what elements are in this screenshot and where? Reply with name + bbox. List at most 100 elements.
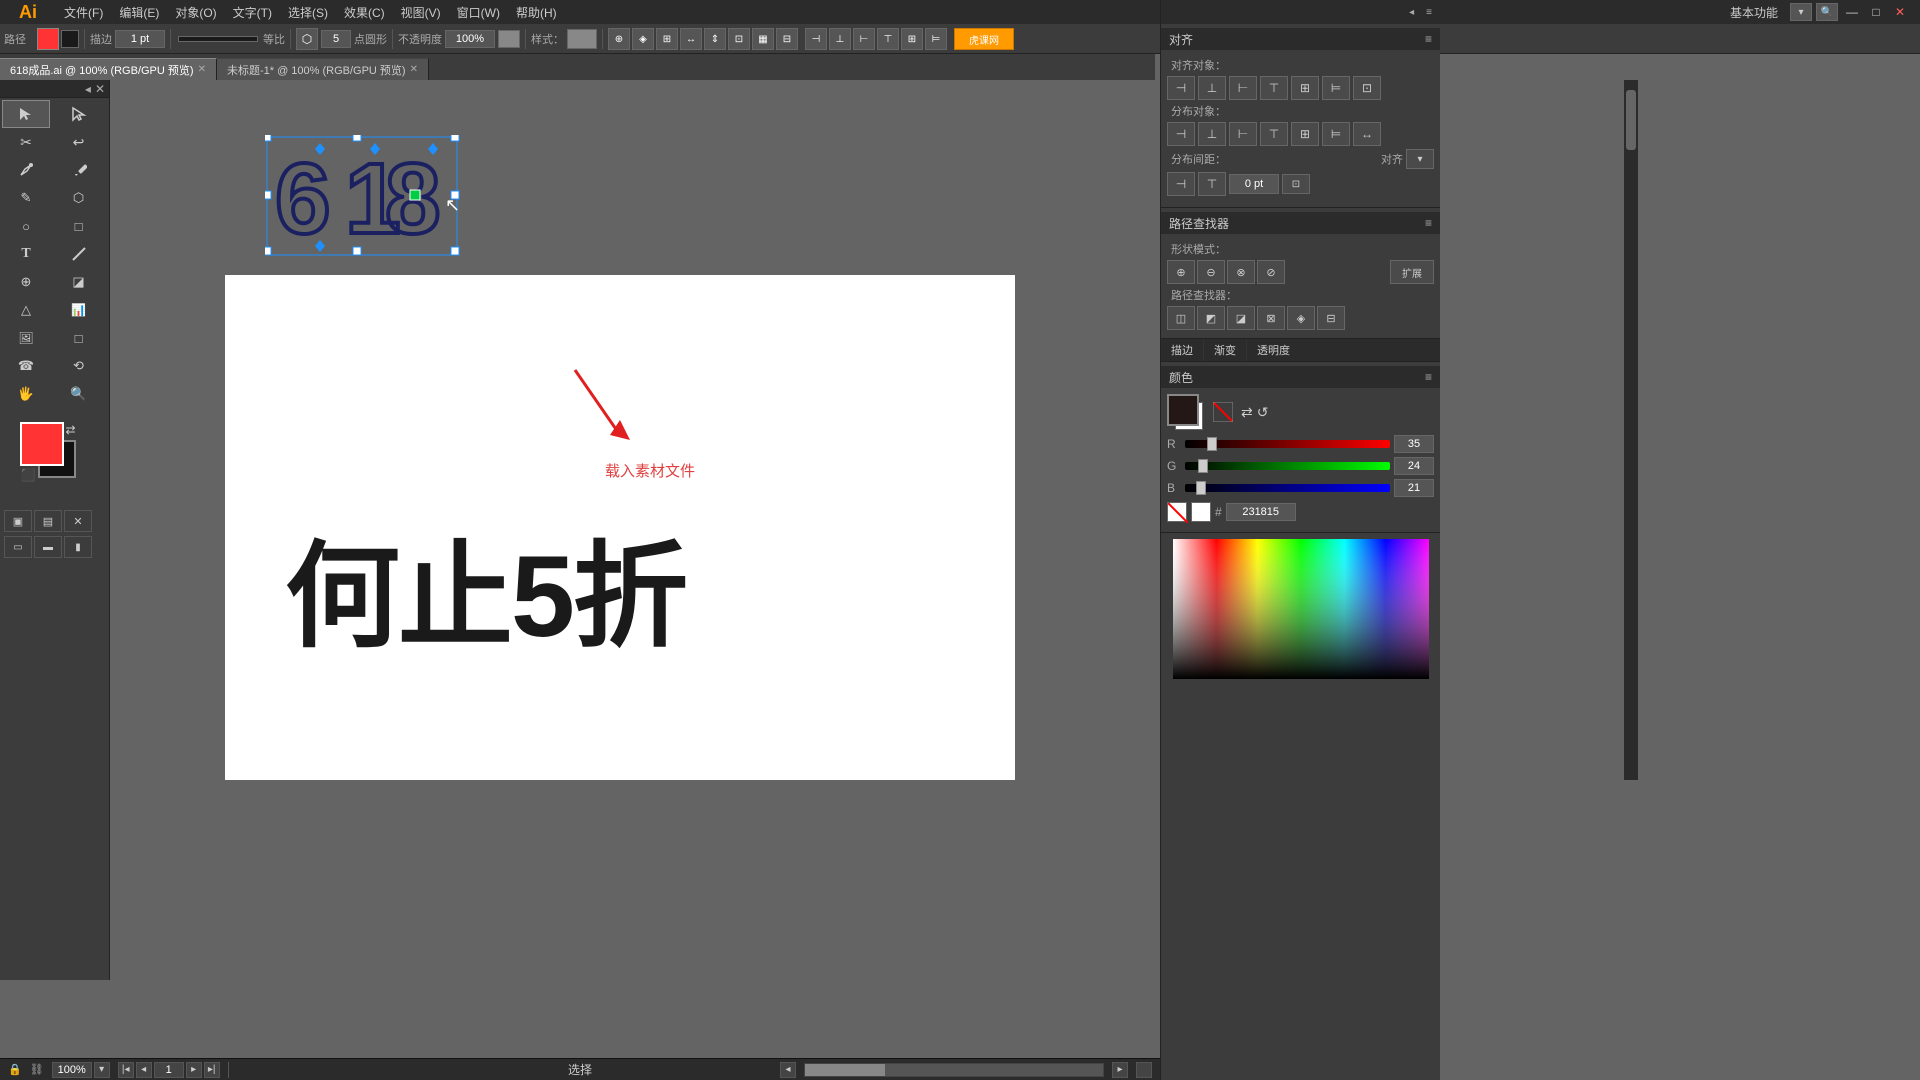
tool-pencil[interactable] <box>55 156 103 184</box>
align-extra-btn[interactable]: ⊡ <box>1353 76 1381 100</box>
align-left-icon[interactable]: ⊣ <box>805 28 827 50</box>
swap-colors-icon[interactable]: ⇄ <box>66 423 76 437</box>
tool-direct-select[interactable] <box>55 100 103 128</box>
align-top-btn[interactable]: ⊤ <box>1260 76 1288 100</box>
rp-collapse-btn[interactable]: ◂ <box>1405 7 1418 18</box>
menu-select[interactable]: 选择(S) <box>280 2 336 23</box>
page-prev-btn[interactable]: ◂ <box>136 1062 152 1078</box>
align-menu-icon[interactable]: ≡ <box>1425 32 1432 46</box>
shape-intersect-btn[interactable]: ⊗ <box>1227 260 1255 284</box>
align-right-btn[interactable]: ⊢ <box>1229 76 1257 100</box>
tool-line[interactable] <box>55 240 103 268</box>
toolbar-icon-1[interactable]: ⊕ <box>608 28 630 50</box>
color-spectrum-canvas[interactable] <box>1173 539 1429 679</box>
tool-hand[interactable]: ☎ <box>2 352 50 380</box>
tool-artboard[interactable]: 🖼 <box>2 324 50 352</box>
b-input[interactable] <box>1394 479 1434 497</box>
tab-618[interactable]: 618成品.ai @ 100% (RGB/GPU 预览) ✕ <box>0 58 217 80</box>
hex-white-btn[interactable] <box>1191 502 1211 522</box>
gradient-tab[interactable]: 渐变 <box>1204 339 1247 361</box>
close-button[interactable]: ✕ <box>1890 2 1910 22</box>
expand-btn[interactable]: 扩展 <box>1390 260 1434 284</box>
spacing-input[interactable] <box>1229 174 1279 194</box>
spacing-align-btn[interactable]: ⊡ <box>1282 174 1310 194</box>
align-top-icon[interactable]: ⊤ <box>877 28 899 50</box>
stroke-color-fg[interactable] <box>37 28 59 50</box>
tool-pan[interactable]: 🖐 <box>2 380 50 408</box>
tool-rect[interactable]: ⊕ <box>2 268 50 296</box>
color-reset-icon[interactable]: ↺ <box>1257 404 1269 421</box>
tool-lasso[interactable]: ↩ <box>55 128 103 156</box>
mode-none-btn[interactable]: ✕ <box>64 510 92 532</box>
tool-type[interactable]: T <box>2 240 50 268</box>
r-slider[interactable] <box>1185 440 1390 448</box>
screen-mode-normal[interactable]: ▭ <box>4 536 32 558</box>
menu-object[interactable]: 对象(O) <box>167 2 224 23</box>
toolbar-icon-8[interactable]: ⊟ <box>776 28 798 50</box>
tool-blob-brush[interactable]: ✎ <box>2 184 50 212</box>
pf-merge-btn[interactable]: ◪ <box>1227 306 1255 330</box>
menu-edit[interactable]: 编辑(E) <box>111 2 167 23</box>
shape-exclude-btn[interactable]: ⊘ <box>1257 260 1285 284</box>
b-slider-thumb[interactable] <box>1196 481 1206 495</box>
align-center-v-btn[interactable]: ⊞ <box>1291 76 1319 100</box>
g-slider[interactable] <box>1185 462 1390 470</box>
tool-ellipse[interactable]: ◪ <box>55 268 103 296</box>
hex-no-paint-btn[interactable] <box>1167 502 1187 522</box>
dist-extra-btn[interactable]: ↔ <box>1353 122 1381 146</box>
toolbar-icon-7[interactable]: ▦ <box>752 28 774 50</box>
align-bottom-btn[interactable]: ⊨ <box>1322 76 1350 100</box>
align-center-h-btn[interactable]: ⊥ <box>1198 76 1226 100</box>
dist-right-btn[interactable]: ⊢ <box>1229 122 1257 146</box>
tab-618-close[interactable]: ✕ <box>198 64 206 75</box>
collapse-icon[interactable]: ◂ <box>85 82 91 96</box>
menu-view[interactable]: 视图(V) <box>393 2 449 23</box>
color-fg-swatch[interactable] <box>1167 394 1199 426</box>
r-input[interactable] <box>1394 435 1434 453</box>
workspace-label[interactable]: 基本功能 <box>1722 2 1786 23</box>
status-arrow-right[interactable]: ▸ <box>1112 1062 1128 1078</box>
rp-menu-btn[interactable]: ≡ <box>1422 7 1436 18</box>
zoom-input[interactable] <box>52 1062 92 1078</box>
mode-gradient-btn[interactable]: ▤ <box>34 510 62 532</box>
tool-graph[interactable]: 📊 <box>55 296 103 324</box>
tool-measure[interactable]: ⟲ <box>55 352 103 380</box>
menu-file[interactable]: 文件(F) <box>56 2 111 23</box>
pf-crop-btn[interactable]: ⊠ <box>1257 306 1285 330</box>
stroke-tab[interactable]: 描边 <box>1161 339 1204 361</box>
tab-untitled-close[interactable]: ✕ <box>410 64 418 75</box>
tool-eraser[interactable]: ⬡ <box>55 184 103 212</box>
mode-color-btn[interactable]: ▣ <box>4 510 32 532</box>
tool-slice[interactable]: □ <box>55 324 103 352</box>
page-input[interactable] <box>154 1062 184 1078</box>
reset-colors-icon[interactable]: ⬛ <box>21 468 36 482</box>
dist-center-h-btn[interactable]: ⊥ <box>1198 122 1226 146</box>
color-menu-icon[interactable]: ≡ <box>1425 370 1432 384</box>
pf-trim-btn[interactable]: ◩ <box>1197 306 1225 330</box>
page-next-btn[interactable]: ▸ <box>186 1062 202 1078</box>
vertical-scroll-thumb[interactable] <box>1626 90 1636 150</box>
maximize-button[interactable]: □ <box>1866 2 1886 22</box>
screen-mode-full2[interactable]: ▮ <box>64 536 92 558</box>
fg-color-box[interactable] <box>20 422 64 466</box>
toolbar-icon-2[interactable]: ◈ <box>632 28 654 50</box>
tool-rotate[interactable]: ○ <box>2 212 50 240</box>
toolbar-icon-4[interactable]: ↔ <box>680 28 702 50</box>
shape-minus-btn[interactable]: ⊖ <box>1197 260 1225 284</box>
menu-help[interactable]: 帮助(H) <box>508 2 565 23</box>
menu-window[interactable]: 窗口(W) <box>449 2 508 23</box>
pathfinder-panel-header[interactable]: 路径查找器 ≡ <box>1161 212 1440 234</box>
tab-untitled[interactable]: 未标题-1* @ 100% (RGB/GPU 预览) ✕ <box>217 58 429 80</box>
workspace-dropdown[interactable]: ▾ <box>1790 3 1812 21</box>
dist-top-btn[interactable]: ⊤ <box>1260 122 1288 146</box>
highlight-label[interactable]: 虎课网 <box>954 28 1014 50</box>
tool-zoom[interactable]: 🔍 <box>55 380 103 408</box>
align-center-h-icon[interactable]: ⊥ <box>829 28 851 50</box>
status-arrow-left[interactable]: ◂ <box>780 1062 796 1078</box>
menu-effect[interactable]: 效果(C) <box>336 2 393 23</box>
opacity-tab[interactable]: 透明度 <box>1247 339 1300 361</box>
opacity-color-swatch[interactable] <box>498 30 520 48</box>
g-input[interactable] <box>1394 457 1434 475</box>
align-left-btn[interactable]: ⊣ <box>1167 76 1195 100</box>
b-slider[interactable] <box>1185 484 1390 492</box>
